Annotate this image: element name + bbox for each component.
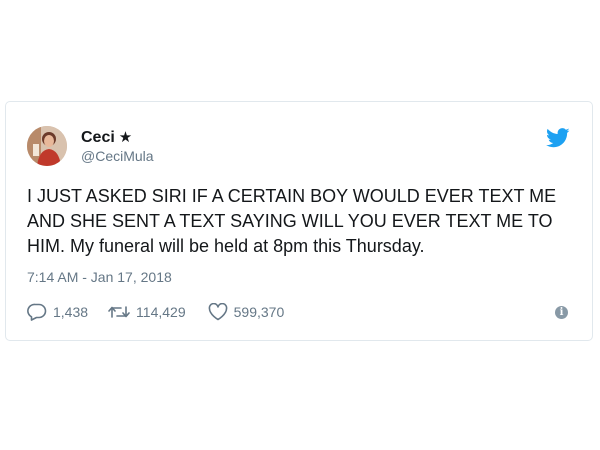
twitter-bird-icon[interactable] [546, 128, 570, 148]
author-avatar[interactable] [27, 126, 67, 166]
retweet-button[interactable]: 114,429 [108, 304, 186, 320]
reply-button[interactable]: 1,438 [27, 303, 88, 321]
reply-count: 1,438 [53, 304, 89, 320]
heart-icon [208, 303, 227, 321]
like-count: 599,370 [233, 304, 285, 320]
reply-icon [27, 303, 47, 321]
author-display-name[interactable]: Ceci ★ [81, 128, 132, 147]
tweet-actions: 1,438 114,429 599,370 [27, 300, 284, 324]
info-icon[interactable]: i [555, 306, 568, 319]
retweet-icon [108, 306, 130, 318]
retweet-count: 114,429 [136, 304, 186, 320]
tweet-text: I JUST ASKED SIRI IF A CERTAIN BOY WOULD… [27, 186, 557, 256]
tweet-timestamp[interactable]: 7:14 AM - Jan 17, 2018 [27, 269, 172, 285]
avatar-photo [27, 126, 67, 166]
author-handle[interactable]: @CeciMula [81, 148, 154, 164]
tweet-card[interactable]: Ceci ★ @CeciMula I JUST ASKED SIRI IF A C… [5, 101, 593, 341]
display-name-text: Ceci [81, 129, 115, 146]
like-button[interactable]: 599,370 [208, 303, 285, 321]
star-icon: ★ [118, 129, 133, 146]
